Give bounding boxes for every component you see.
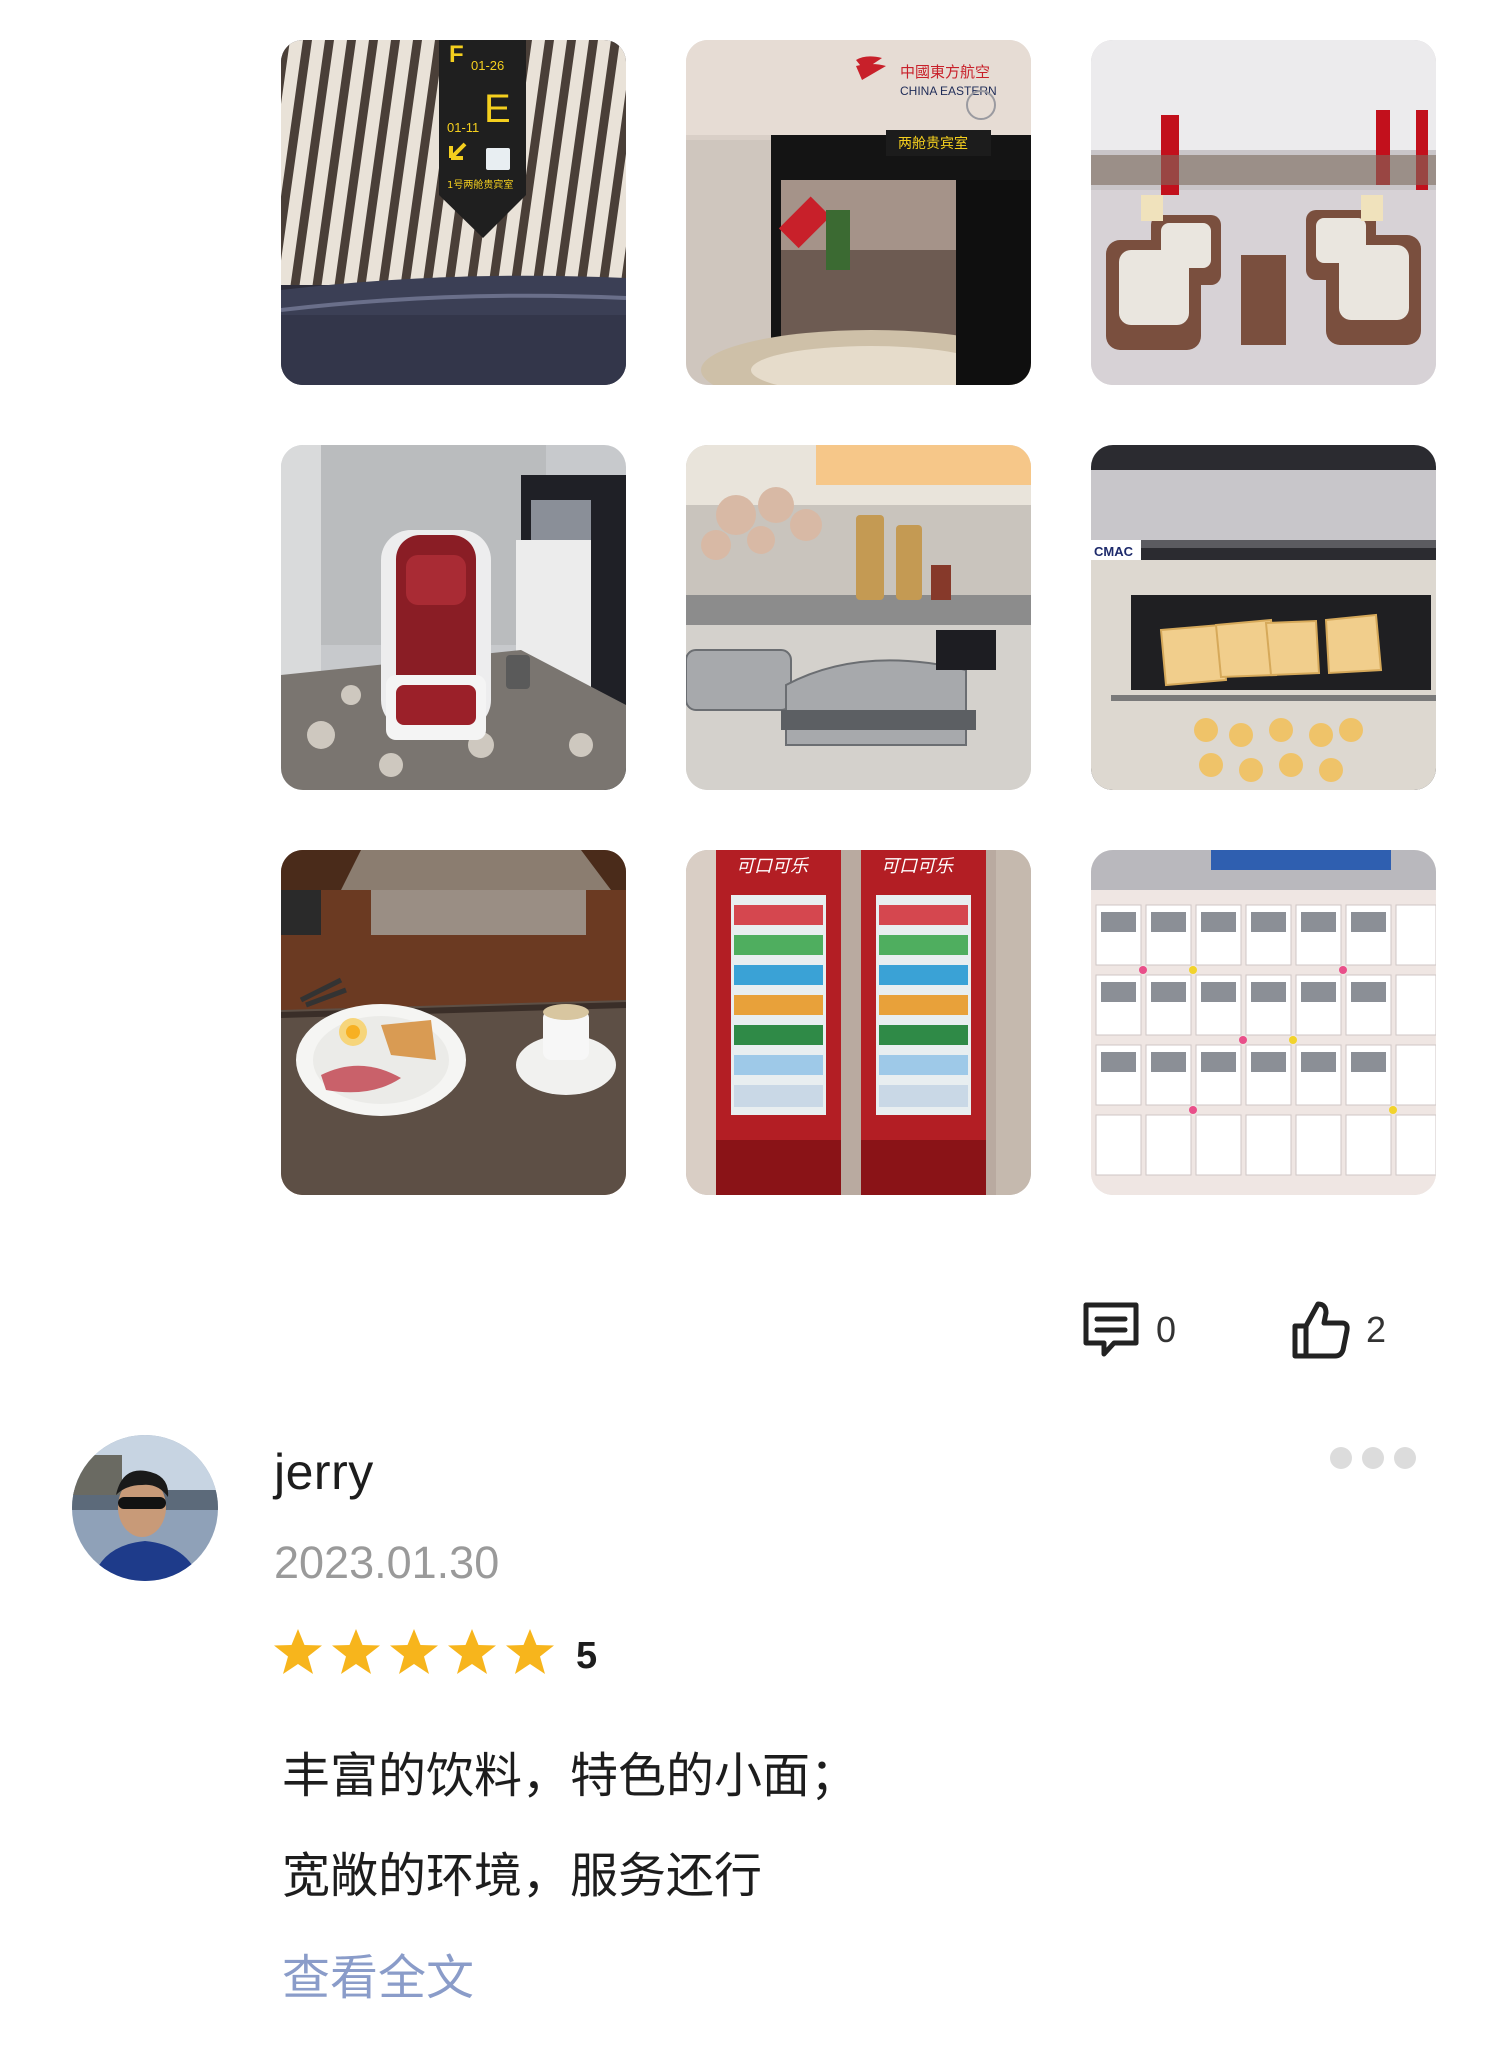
sign-text-e: E <box>484 87 511 131</box>
massage-chair-scene <box>281 445 626 790</box>
star-icon <box>274 1629 322 1674</box>
photo-message-board[interactable] <box>1091 850 1436 1195</box>
display-brand: CMAC <box>1094 544 1134 559</box>
star-icon <box>332 1629 380 1674</box>
photo-drinks-fridge[interactable]: 可口可乐 可口可乐 <box>686 850 1031 1195</box>
fridge-brand-left: 可口可乐 <box>736 856 810 877</box>
thumbs-up-icon <box>1292 1301 1350 1359</box>
photo-meal-plate[interactable] <box>281 850 626 1195</box>
photo-signage[interactable]: F 01-26 E 01-11 1号两舱贵宾室 <box>281 40 626 385</box>
more-options-button[interactable] <box>1330 1440 1416 1476</box>
more-dot-icon <box>1362 1447 1384 1469</box>
lounge-sign: 两舱贵宾室 <box>898 135 968 152</box>
comment-count: 0 <box>1156 1309 1177 1350</box>
review-date: 2023.01.30 <box>274 1537 500 1588</box>
post-actions: 0 2 <box>1080 1295 1400 1365</box>
photo-bread-display[interactable]: CMAC <box>1091 445 1436 790</box>
star-icon <box>390 1629 438 1674</box>
review-text-line-1: 丰富的饮料，特色的小面； <box>282 1748 859 1804</box>
more-dot-icon <box>1394 1447 1416 1469</box>
seating-scene <box>1091 40 1436 385</box>
star-rating: 5 <box>272 1622 597 1682</box>
review-text-line-2: 宽敞的环境，服务还行 <box>282 1848 763 1904</box>
sign-text-f: F <box>449 41 464 68</box>
brand-cn: 中國東方航空 <box>900 63 990 81</box>
signage-scene: F 01-26 E 01-11 1号两舱贵宾室 <box>281 40 626 385</box>
fridge-scene: 可口可乐 可口可乐 <box>686 850 1031 1195</box>
sign-text-gate-range-1: 01-26 <box>471 58 504 73</box>
comment-icon <box>1083 1302 1139 1357</box>
photo-seating-area[interactable] <box>1091 40 1436 385</box>
photo-grid: F 01-26 E 01-11 1号两舱贵宾室 中國東方航空 CHINA EAS… <box>281 40 1445 1195</box>
photo-lounge-entrance[interactable]: 中國東方航空 CHINA EASTERN 两舱贵宾室 <box>686 40 1031 385</box>
star-icon <box>506 1629 554 1674</box>
avatar[interactable] <box>72 1435 218 1581</box>
star-icon <box>448 1629 496 1674</box>
review-username[interactable]: jerry <box>274 1443 374 1501</box>
entrance-scene: 中國東方航空 CHINA EASTERN 两舱贵宾室 <box>686 40 1031 385</box>
like-button[interactable]: 2 <box>1290 1295 1386 1365</box>
read-more-link[interactable]: 查看全文 <box>282 1938 474 2008</box>
fridge-brand-right: 可口可乐 <box>881 856 955 877</box>
photo-massage-chair[interactable] <box>281 445 626 790</box>
like-count: 2 <box>1366 1309 1387 1350</box>
rating-score: 5 <box>576 1634 598 1677</box>
more-dot-icon <box>1330 1447 1352 1469</box>
sign-text-gate-range-2: 01-11 <box>447 120 479 135</box>
sign-text-lounge: 1号两舱贵宾室 <box>447 178 513 191</box>
buffet-scene <box>686 445 1031 790</box>
meal-scene <box>281 850 626 1195</box>
message-board-scene <box>1091 850 1436 1195</box>
photo-buffet-counter[interactable] <box>686 445 1031 790</box>
comment-button[interactable]: 0 <box>1080 1295 1176 1365</box>
user-avatar-image <box>72 1435 218 1581</box>
bread-scene: CMAC <box>1091 445 1436 790</box>
